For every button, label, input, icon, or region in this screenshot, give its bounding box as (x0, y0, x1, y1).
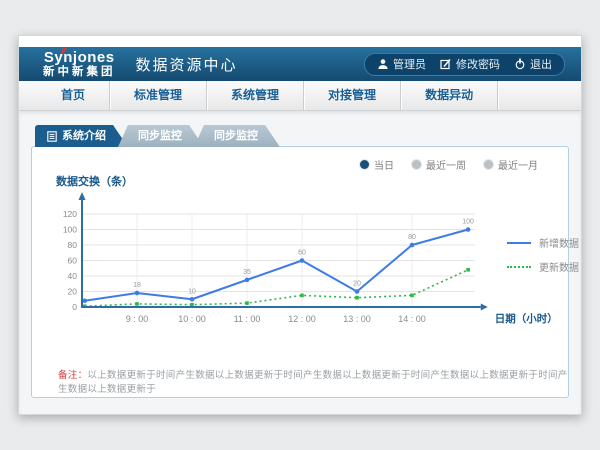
legend-label: 新增数据 (539, 235, 579, 250)
tab-2[interactable]: 同步监控 (194, 125, 280, 147)
nav-item-4[interactable]: 数据异动 (401, 81, 498, 110)
legend-line-icon (507, 266, 531, 268)
tab-bar: 系统介绍 同步监控 同步监控 (35, 125, 581, 147)
svg-text:12 : 00: 12 : 00 (288, 314, 316, 324)
y-axis-title: 数据交换（条） (56, 173, 568, 189)
logout-label: 退出 (530, 56, 552, 72)
line-chart: 0 20 40 60 80 100 120 18 10 35 60 20 80 100 9 : 00 10 :… (46, 191, 581, 339)
nav-item-1[interactable]: 标准管理 (110, 81, 207, 110)
footer-note: 备注：以上数据更新于时间产生数据以上数据更新于时间产生数据以上数据更新于时间产生… (58, 367, 568, 395)
svg-text:14 : 00: 14 : 00 (398, 314, 426, 324)
nav-item-3[interactable]: 对接管理 (304, 81, 401, 110)
legend-item-0[interactable]: 新增数据 (507, 235, 579, 250)
chart-area: 0 20 40 60 80 100 120 18 10 35 60 20 80 100 9 : 00 10 :… (46, 191, 581, 341)
svg-text:60: 60 (298, 250, 306, 257)
user-menu[interactable]: 管理员 (377, 56, 426, 72)
user-toolbar: 管理员 修改密码 退出 (364, 53, 565, 76)
svg-text:35: 35 (243, 269, 251, 276)
page-title: 数据资源中心 (136, 54, 238, 75)
range-radio-2[interactable]: 最近一月 (484, 157, 538, 172)
user-icon (377, 58, 389, 70)
user-label: 管理员 (393, 56, 426, 72)
tab-label: 系统介绍 (62, 125, 106, 147)
tab-label: 同步监控 (138, 125, 182, 147)
svg-text:9 : 00: 9 : 00 (126, 314, 149, 324)
svg-text:20: 20 (68, 287, 78, 297)
app-window: Synjones 新中新集团 数据资源中心 管理员 修改密码 退出 首页标准管理… (18, 35, 582, 415)
svg-text:10: 10 (188, 288, 196, 295)
change-password-button[interactable]: 修改密码 (440, 56, 500, 72)
range-radio-1[interactable]: 最近一周 (412, 157, 466, 172)
main-nav: 首页标准管理系统管理对接管理数据异动 (19, 81, 581, 111)
range-radio-0[interactable]: 当日 (360, 157, 394, 172)
svg-text:日期（小时）: 日期（小时） (495, 312, 558, 325)
tab-0[interactable]: 系统介绍 (35, 125, 128, 147)
legend-line-icon (507, 242, 531, 244)
svg-text:100: 100 (63, 225, 77, 235)
content-area: 系统介绍 同步监控 同步监控 当日 最近一周 最近一月 数据交换（条） 0 20 40 60 8… (19, 111, 581, 414)
app-header: Synjones 新中新集团 数据资源中心 管理员 修改密码 退出 (19, 47, 581, 81)
svg-text:13 : 00: 13 : 00 (343, 314, 371, 324)
note-label: 备注： (58, 370, 87, 381)
tab-label: 同步监控 (214, 125, 258, 147)
svg-text:20: 20 (353, 281, 361, 288)
svg-text:10 : 00: 10 : 00 (178, 314, 206, 324)
logo-text: Synjones (43, 50, 116, 65)
radio-label: 当日 (374, 157, 394, 172)
logout-button[interactable]: 退出 (514, 56, 552, 72)
nav-item-2[interactable]: 系统管理 (207, 81, 304, 110)
tab-1[interactable]: 同步监控 (118, 125, 204, 147)
svg-text:100: 100 (462, 219, 474, 226)
svg-text:0: 0 (72, 302, 77, 312)
svg-text:60: 60 (68, 256, 78, 266)
chart-legend: 新增数据更新数据 (507, 235, 579, 274)
svg-text:11 : 00: 11 : 00 (234, 314, 261, 324)
nav-item-0[interactable]: 首页 (37, 81, 110, 110)
radio-dot-icon (360, 160, 369, 169)
radio-dot-icon (484, 160, 493, 169)
window-top-strip (19, 36, 581, 47)
svg-text:18: 18 (133, 282, 141, 289)
svg-text:120: 120 (63, 209, 77, 219)
edit-icon (440, 58, 452, 70)
radio-dot-icon (412, 160, 421, 169)
system-intro-panel: 当日 最近一周 最近一月 数据交换（条） 0 20 40 60 80 100 120 18 10 35… (31, 146, 569, 398)
svg-text:40: 40 (68, 271, 78, 281)
legend-item-1[interactable]: 更新数据 (507, 259, 579, 274)
time-range-filter: 当日 最近一周 最近一月 (360, 157, 538, 172)
svg-text:80: 80 (408, 234, 416, 241)
logo-subtext: 新中新集团 (43, 67, 116, 79)
radio-label: 最近一周 (426, 157, 466, 172)
svg-text:80: 80 (68, 240, 78, 250)
power-icon (514, 58, 526, 70)
change-password-label: 修改密码 (456, 56, 500, 72)
radio-label: 最近一月 (498, 157, 538, 172)
note-text: 以上数据更新于时间产生数据以上数据更新于时间产生数据以上数据更新于时间产生数据以… (58, 370, 568, 395)
legend-label: 更新数据 (539, 259, 579, 274)
logo: Synjones 新中新集团 (43, 50, 116, 79)
document-icon (47, 131, 57, 142)
